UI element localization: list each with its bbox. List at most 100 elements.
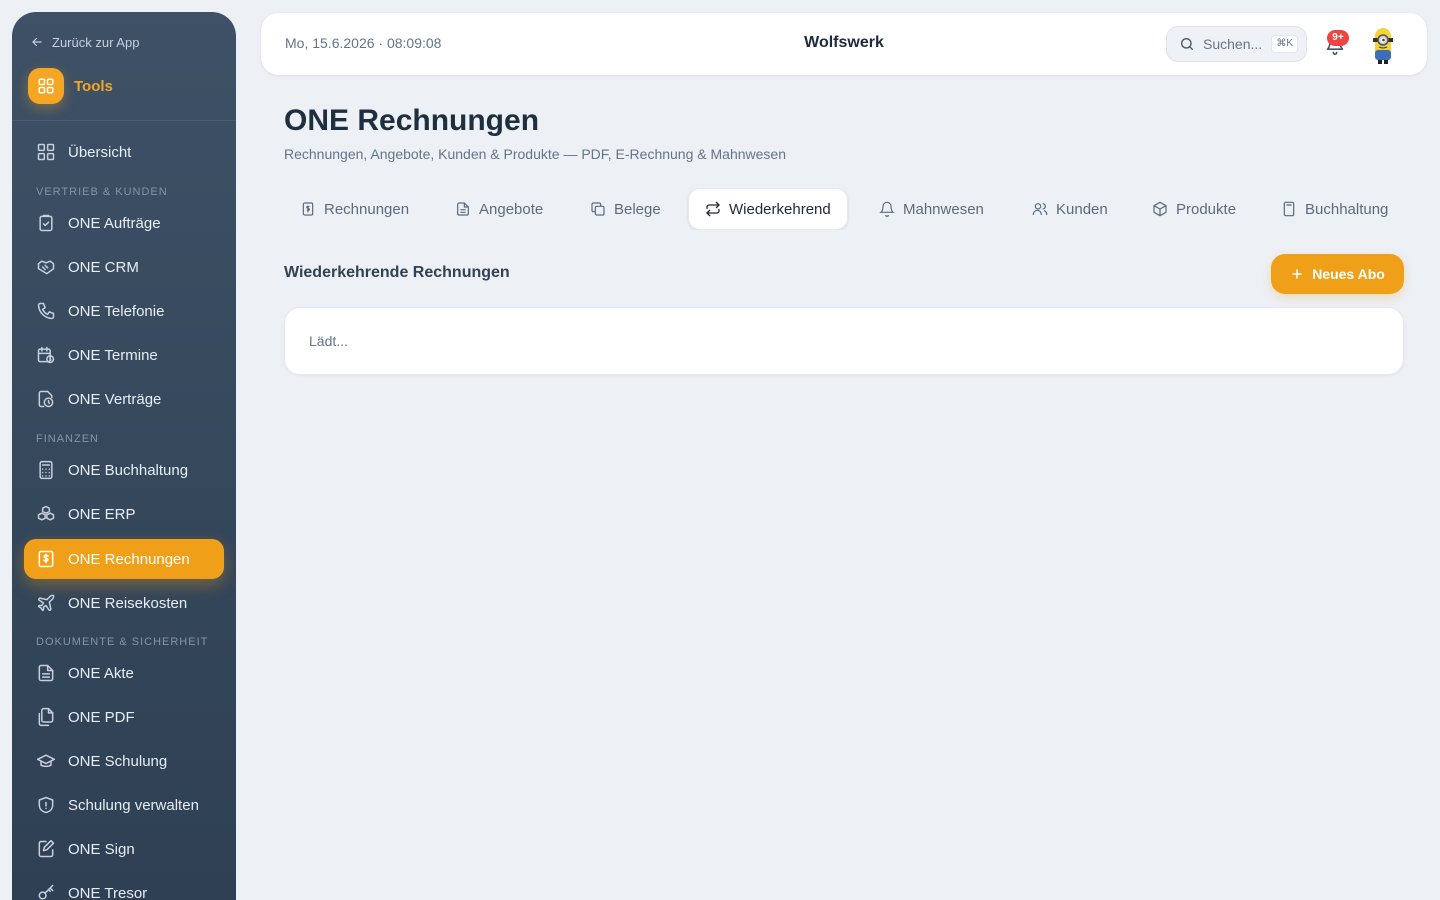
sidebar-item-vertraege[interactable]: ONE Verträge <box>24 379 224 419</box>
back-to-app-link[interactable]: Zurück zur App <box>30 34 139 50</box>
tab-label: Mahnwesen <box>903 200 984 218</box>
files-icon <box>38 707 54 727</box>
tab-buchhaltung[interactable]: Buchhaltung <box>1265 188 1404 230</box>
tab-bar: Rechnungen Angebote Belege Wiederkehrend… <box>284 188 1440 230</box>
grid-icon <box>28 68 64 104</box>
sidebar-item-buchhaltung[interactable]: ONE Buchhaltung <box>24 450 224 490</box>
graduation-cap-icon <box>36 754 56 768</box>
arrow-left-icon <box>32 37 42 47</box>
tab-label: Buchhaltung <box>1305 200 1389 218</box>
copy-icon <box>591 202 605 216</box>
tab-angebote[interactable]: Angebote <box>439 188 559 230</box>
sidebar-divider <box>12 120 236 121</box>
sidebar-item-label: ONE Verträge <box>68 390 162 408</box>
search-placeholder: Suchen... <box>1203 36 1263 52</box>
file-text-icon <box>38 664 54 682</box>
package-icon <box>1153 201 1167 217</box>
search-icon <box>1181 38 1193 50</box>
sidebar-item-label: ONE Termine <box>68 346 158 364</box>
bell-icon <box>879 201 895 217</box>
sidebar-item-label: ONE PDF <box>68 708 135 726</box>
recurring-invoices-card: Lädt... <box>284 307 1404 375</box>
phone-icon <box>37 302 55 320</box>
sidebar-item-label: ONE Schulung <box>68 752 168 770</box>
sidebar-item-label: ONE Reisekosten <box>68 594 188 612</box>
grid-icon <box>37 143 55 161</box>
plane-icon <box>37 594 55 612</box>
file-clock-icon <box>38 390 54 408</box>
tab-kunden[interactable]: Kunden <box>1016 188 1124 230</box>
sidebar-item-label: ONE Akte <box>68 664 134 682</box>
sidebar-item-label: ONE Sign <box>68 840 135 858</box>
tab-mahnwesen[interactable]: Mahnwesen <box>863 188 1000 230</box>
sidebar-item-label: Schulung verwalten <box>68 796 199 814</box>
page-subtitle: Rechnungen, Angebote, Kunden & Produkte … <box>284 146 786 162</box>
calculator-icon <box>39 460 53 480</box>
receipt-icon <box>302 202 314 216</box>
sidebar-item-label: ONE Buchhaltung <box>68 461 189 479</box>
clipboard-check-icon <box>39 214 53 232</box>
tab-label: Angebote <box>479 200 544 218</box>
file-text-icon <box>457 202 469 216</box>
sidebar-item-pdf[interactable]: ONE PDF <box>24 697 224 737</box>
tab-belege[interactable]: Belege <box>574 188 677 230</box>
tab-produkte[interactable]: Produkte <box>1136 188 1252 230</box>
sidebar-item-label: ONE CRM <box>68 258 139 276</box>
sidebar-item-label: ONE Telefonie <box>68 302 165 320</box>
calendar-clock-icon <box>37 346 55 364</box>
new-subscription-label: Neues Abo <box>1312 266 1385 282</box>
tools-label: Tools <box>74 77 113 95</box>
search-input[interactable]: Suchen... ⌘K <box>1166 26 1307 62</box>
repeat-icon <box>706 201 720 217</box>
sidebar-item-sign[interactable]: ONE Sign <box>24 829 224 869</box>
sidebar-item-label: ONE Rechnungen <box>68 550 190 568</box>
section-title: Wiederkehrende Rechnungen <box>284 264 510 281</box>
datetime: Mo, 15.6.2026 · 08:09:08 <box>285 35 442 51</box>
sidebar-section-finance: FINANZEN <box>36 433 99 445</box>
sidebar-item-schulung-verwalten[interactable]: Schulung verwalten <box>24 785 224 825</box>
page-title: ONE Rechnungen <box>284 104 540 137</box>
sidebar: Zurück zur App Tools Übersicht VERTRIEB … <box>12 12 236 900</box>
tab-label: Produkte <box>1176 200 1237 218</box>
sidebar-section-sales: VERTRIEB & KUNDEN <box>36 186 168 198</box>
notification-badge: 9+ <box>1327 30 1349 46</box>
shield-icon <box>38 796 54 814</box>
sidebar-section-docs: DOKUMENTE & SICHERHEIT <box>36 636 209 648</box>
tab-wiederkehrend[interactable]: Wiederkehrend <box>688 188 848 230</box>
key-icon <box>38 884 54 900</box>
tab-label: Rechnungen <box>324 200 410 218</box>
sidebar-item-reisekosten[interactable]: ONE Reisekosten <box>24 583 224 623</box>
tab-label: Kunden <box>1056 200 1108 218</box>
sidebar-item-label: Übersicht <box>68 143 132 161</box>
sidebar-item-schulung[interactable]: ONE Schulung <box>24 741 224 781</box>
search-shortcut: ⌘K <box>1271 35 1298 53</box>
sidebar-item-overview[interactable]: Übersicht <box>24 132 224 172</box>
file-signature-icon <box>38 839 55 858</box>
sidebar-item-telefonie[interactable]: ONE Telefonie <box>24 291 224 331</box>
loading-text: Lädt... <box>309 333 348 349</box>
top-bar: Mo, 15.6.2026 · 08:09:08 Wolfswerk Suche… <box>261 13 1427 75</box>
calculator-icon <box>1283 201 1295 217</box>
sidebar-item-tresor[interactable]: ONE Tresor <box>24 873 224 900</box>
sidebar-item-label: ONE Aufträge <box>68 214 161 232</box>
avatar[interactable] <box>1367 24 1399 66</box>
sidebar-item-crm[interactable]: ONE CRM <box>24 247 224 287</box>
receipt-dollar-icon <box>38 550 54 568</box>
sidebar-item-erp[interactable]: ONE ERP <box>24 494 224 534</box>
tab-label: Wiederkehrend <box>729 200 831 218</box>
boxes-icon <box>37 505 55 521</box>
sidebar-item-rechnungen[interactable]: ONE Rechnungen <box>24 539 224 579</box>
sidebar-item-label: ONE Tresor <box>68 884 148 900</box>
new-subscription-button[interactable]: Neues Abo <box>1271 254 1404 294</box>
tab-label: Belege <box>614 200 661 218</box>
sidebar-item-auftraege[interactable]: ONE Aufträge <box>24 203 224 243</box>
sidebar-item-akte[interactable]: ONE Akte <box>24 653 224 693</box>
tab-rechnungen[interactable]: Rechnungen <box>284 188 425 230</box>
users-icon <box>1032 203 1048 215</box>
plus-icon <box>1292 269 1302 279</box>
handshake-icon <box>37 260 55 275</box>
sidebar-item-label: ONE ERP <box>68 505 136 523</box>
tools-header[interactable]: Tools <box>28 68 113 104</box>
sidebar-item-termine[interactable]: ONE Termine <box>24 335 224 375</box>
back-link-label: Zurück zur App <box>52 34 140 50</box>
